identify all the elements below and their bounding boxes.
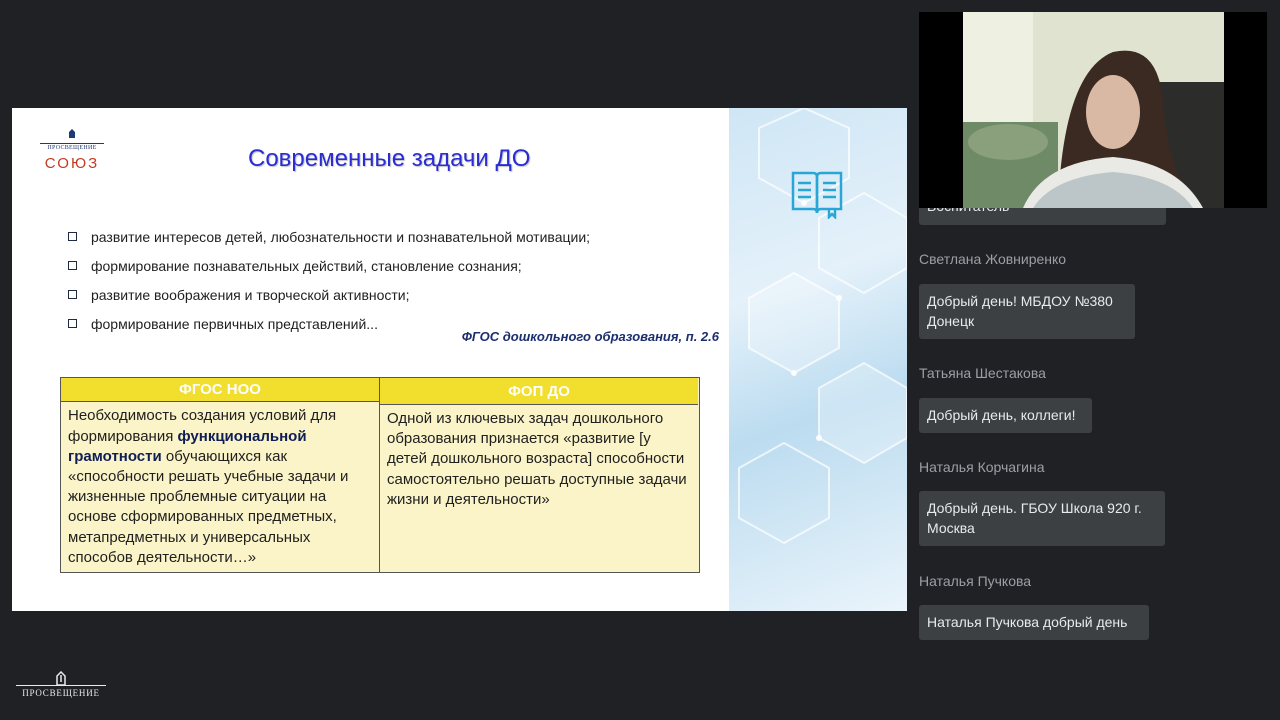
- bullet-item: развитие воображения и творческой активн…: [68, 280, 590, 309]
- bullet-text: развитие интересов детей, любознательнос…: [91, 228, 591, 245]
- presentation-slide: ПРОСВЕЩЕНИЕ СОЮЗ Современные задачи ДО р…: [12, 108, 907, 611]
- chat-bubble: Добрый день, коллеги!: [919, 398, 1092, 433]
- checkbox-bullet-icon: [68, 232, 77, 241]
- chat-author: Наталья Корчагина: [919, 459, 1045, 475]
- table-cell-left: Необходимость создания условий для форми…: [68, 407, 349, 566]
- slide-title: Современные задачи ДО: [248, 145, 531, 172]
- bullet-text: формирование познавательных действий, ст…: [91, 257, 522, 274]
- brand-name: СОЮЗ: [44, 155, 100, 172]
- checkbox-bullet-icon: [68, 290, 77, 299]
- slide-decoration: [729, 108, 907, 611]
- bullet-item: формирование познавательных действий, ст…: [68, 251, 590, 280]
- table-header-left: ФГОС НОО: [61, 378, 379, 403]
- table-column-left: ФГОС НОО Необходимость создания условий …: [61, 378, 380, 572]
- flame-icon: [69, 129, 75, 138]
- chat-author: Наталья Пучкова: [919, 573, 1032, 589]
- chat-bubble: Добрый день. ГБОУ Школа 920 г. Москва: [919, 491, 1165, 546]
- bullet-list: развитие интересов детей, любознательнос…: [68, 222, 590, 338]
- logo-text: ПРОСВЕЩЕНИЕ: [22, 688, 100, 698]
- chat-bubble: Наталья Пучкова добрый день: [919, 605, 1149, 640]
- chat-author: Татьяна Шестакова: [919, 365, 1046, 381]
- checkbox-bullet-icon: [68, 261, 77, 270]
- chat-message: Наталья Пучкова Наталья Пучкова добрый д…: [919, 573, 1149, 640]
- video-tile[interactable]: [919, 12, 1267, 208]
- table-cell-right: Одной из ключевых задач дошкольного обра…: [387, 410, 687, 508]
- brand-top-text: ПРОСВЕЩЕНИЕ: [40, 143, 104, 151]
- chat-message: Наталья Корчагина Добрый день. ГБОУ Школ…: [919, 459, 1165, 546]
- chat-bubble: Добрый день! МБДОУ №380 Донецк: [919, 284, 1135, 339]
- speaker-video: [963, 12, 1224, 208]
- chat-author: Светлана Жовниренко: [919, 251, 1067, 267]
- bullet-text: формирование первичных представлений...: [91, 315, 378, 332]
- speaker-image: [963, 12, 1224, 208]
- book-icon: [791, 171, 843, 219]
- table-column-right: ФОП ДО Одной из ключевых задач дошкольно…: [380, 378, 698, 572]
- flame-icon: [56, 671, 66, 685]
- chat-message: Татьяна Шестакова Добрый день, коллеги!: [919, 365, 1092, 433]
- soyuz-logo: ПРОСВЕЩЕНИЕ СОЮЗ: [40, 125, 104, 172]
- table-header-right: ФОП ДО: [380, 378, 698, 405]
- checkbox-bullet-icon: [68, 319, 77, 328]
- standard-reference: ФГОС дошкольного образования, п. 2.6: [461, 329, 719, 344]
- bullet-text: развитие воображения и творческой активн…: [91, 286, 410, 303]
- prosveshchenie-logo: ПРОСВЕЩЕНИЕ: [16, 671, 106, 698]
- chat-message: Светлана Жовниренко Добрый день! МБДОУ №…: [919, 251, 1135, 339]
- comparison-table: ФГОС НОО Необходимость создания условий …: [60, 377, 700, 573]
- bullet-item: развитие интересов детей, любознательнос…: [68, 222, 590, 251]
